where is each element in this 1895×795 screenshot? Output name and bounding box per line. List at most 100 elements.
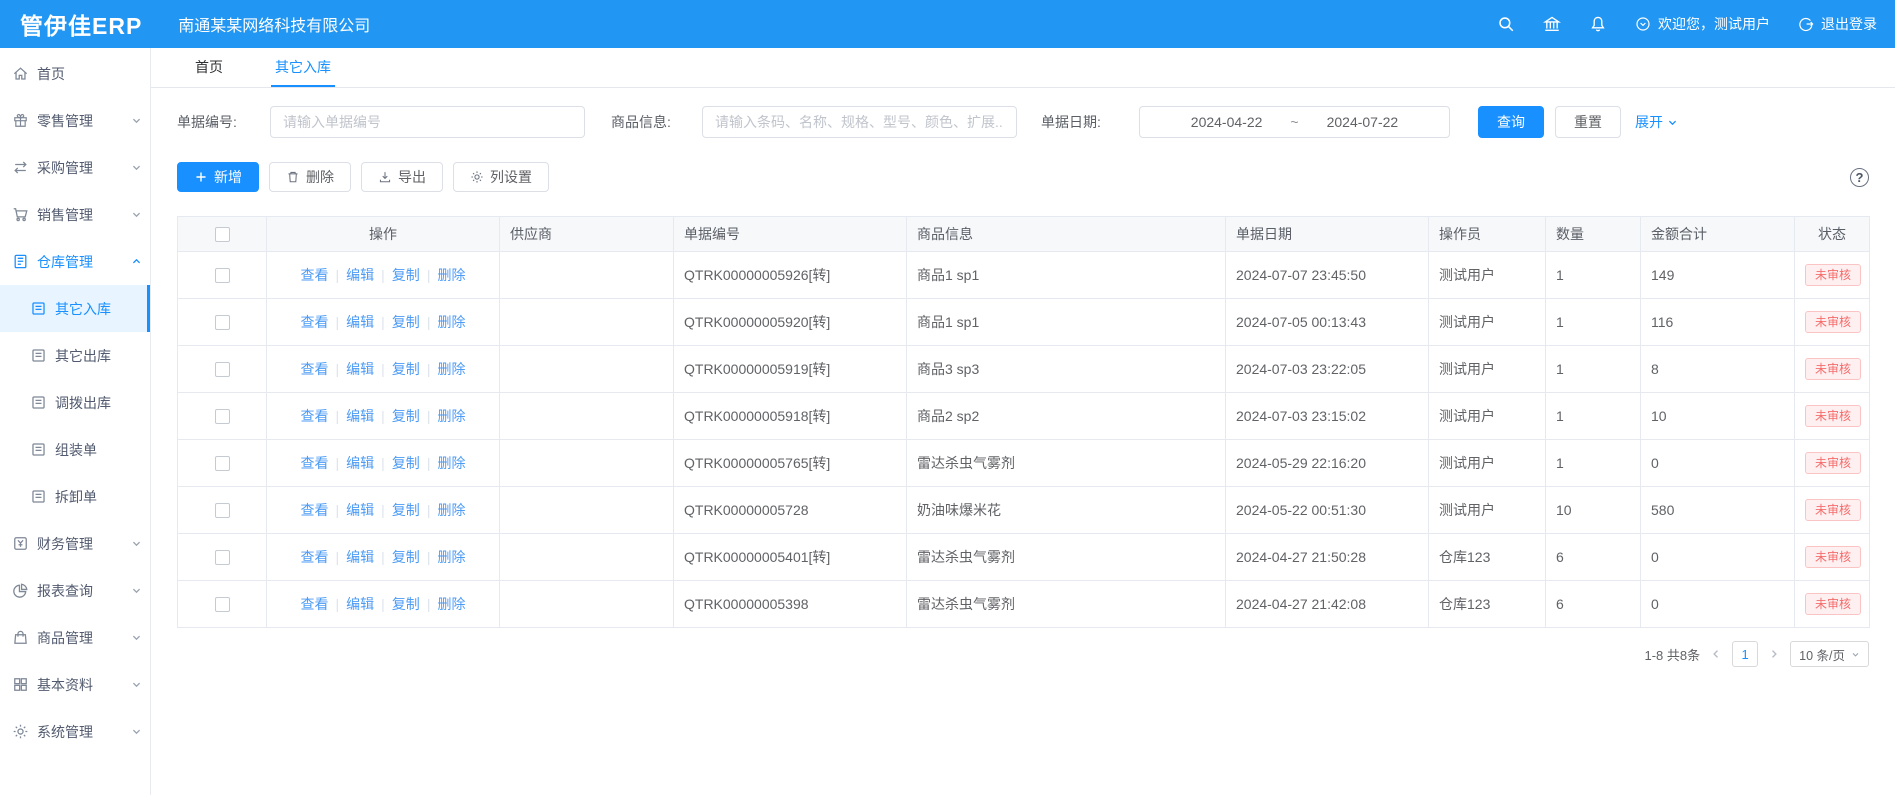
sidebar: 首页零售管理采购管理销售管理仓库管理其它入库其它出库调拨出库组装单拆卸单财务管理…: [0, 48, 151, 795]
row-edit-link[interactable]: 编辑: [346, 502, 374, 518]
row-copy-link[interactable]: 复制: [392, 596, 420, 612]
export-button[interactable]: 导出: [361, 162, 443, 192]
row-checkbox[interactable]: [215, 503, 230, 518]
sidebar-item-label: 组装单: [55, 440, 97, 460]
logout-button[interactable]: 退出登录: [1798, 14, 1877, 34]
sidebar-item-transfer-outbound[interactable]: 调拨出库: [0, 379, 150, 426]
sidebar-item-warehouse[interactable]: 仓库管理: [0, 238, 150, 285]
row-copy-link[interactable]: 复制: [392, 502, 420, 518]
grid-icon: [12, 676, 29, 693]
sidebar-item-finance[interactable]: 财务管理: [0, 520, 150, 567]
row-delete-link[interactable]: 删除: [437, 455, 465, 471]
row-checkbox[interactable]: [215, 597, 230, 612]
status-badge: 未审核: [1805, 452, 1861, 474]
row-copy-link[interactable]: 复制: [392, 361, 420, 377]
row-copy-link[interactable]: 复制: [392, 408, 420, 424]
page-size-select[interactable]: 10 条/页: [1790, 641, 1869, 667]
row-checkbox[interactable]: [215, 315, 230, 330]
row-edit-link[interactable]: 编辑: [346, 361, 374, 377]
tab-other-inbound[interactable]: 其它入库: [271, 48, 335, 87]
date-start-value[interactable]: 2024-04-22: [1191, 114, 1263, 130]
row-select-cell: [178, 440, 267, 487]
row-delete-link[interactable]: 删除: [437, 502, 465, 518]
tab-home[interactable]: 首页: [191, 48, 227, 87]
row-checkbox[interactable]: [215, 268, 230, 283]
sidebar-item-other-inbound[interactable]: 其它入库: [0, 285, 150, 332]
sidebar-item-assembly-order[interactable]: 组装单: [0, 426, 150, 473]
row-edit-link[interactable]: 编辑: [346, 408, 374, 424]
action-separator: |: [336, 455, 340, 471]
date-range-picker[interactable]: 2024-04-22 ~ 2024-07-22: [1139, 106, 1450, 138]
sidebar-item-system[interactable]: 系统管理: [0, 708, 150, 755]
add-button[interactable]: 新增: [177, 162, 259, 192]
product-info-input[interactable]: [702, 106, 1017, 138]
search-button[interactable]: 查询: [1478, 106, 1544, 138]
row-checkbox[interactable]: [215, 550, 230, 565]
row-copy-link[interactable]: 复制: [392, 267, 420, 283]
sidebar-item-other-outbound[interactable]: 其它出库: [0, 332, 150, 379]
row-checkbox[interactable]: [215, 456, 230, 471]
row-copy-link[interactable]: 复制: [392, 455, 420, 471]
app-logo: 管伊佳ERP: [0, 7, 142, 41]
chevron-down-icon: [131, 726, 142, 737]
sidebar-item-goods[interactable]: 商品管理: [0, 614, 150, 661]
row-copy-link[interactable]: 复制: [392, 314, 420, 330]
row-edit-link[interactable]: 编辑: [346, 596, 374, 612]
sidebar-item-sales[interactable]: 销售管理: [0, 191, 150, 238]
delete-button[interactable]: 删除: [269, 162, 351, 192]
pie-icon: [12, 582, 29, 599]
row-edit-link[interactable]: 编辑: [346, 455, 374, 471]
row-delete-link[interactable]: 删除: [437, 267, 465, 283]
date-end-value[interactable]: 2024-07-22: [1327, 114, 1399, 130]
row-view-link[interactable]: 查看: [301, 267, 329, 283]
reset-button[interactable]: 重置: [1555, 106, 1621, 138]
logout-icon: [1798, 16, 1814, 32]
sidebar-item-disassembly-order[interactable]: 拆卸单: [0, 473, 150, 520]
row-view-link[interactable]: 查看: [301, 408, 329, 424]
row-delete-link[interactable]: 删除: [437, 596, 465, 612]
sidebar-item-label: 系统管理: [37, 722, 93, 742]
row-delete-link[interactable]: 删除: [437, 361, 465, 377]
bill-no-input[interactable]: [270, 106, 585, 138]
row-edit-link[interactable]: 编辑: [346, 267, 374, 283]
sidebar-item-retail[interactable]: 零售管理: [0, 97, 150, 144]
sidebar-item-report[interactable]: 报表查询: [0, 567, 150, 614]
row-checkbox[interactable]: [215, 409, 230, 424]
cell-bill-no: QTRK00000005919[转]: [674, 346, 907, 393]
action-separator: |: [427, 408, 431, 424]
bell-icon[interactable]: [1589, 15, 1607, 33]
row-view-link[interactable]: 查看: [301, 361, 329, 377]
page-1-button[interactable]: 1: [1732, 641, 1758, 667]
row-delete-link[interactable]: 删除: [437, 408, 465, 424]
row-checkbox[interactable]: [215, 362, 230, 377]
row-view-link[interactable]: 查看: [301, 502, 329, 518]
prev-page-button[interactable]: [1710, 648, 1722, 660]
table-row: 查看|编辑|复制|删除QTRK00000005728奶油味爆米花2024-05-…: [178, 487, 1870, 534]
column-settings-button[interactable]: 列设置: [453, 162, 549, 192]
row-view-link[interactable]: 查看: [301, 455, 329, 471]
row-copy-link[interactable]: 复制: [392, 549, 420, 565]
row-view-link[interactable]: 查看: [301, 596, 329, 612]
expand-toggle[interactable]: 展开: [1635, 112, 1678, 132]
row-view-link[interactable]: 查看: [301, 314, 329, 330]
export-label: 导出: [398, 167, 426, 187]
row-edit-link[interactable]: 编辑: [346, 314, 374, 330]
row-delete-link[interactable]: 删除: [437, 549, 465, 565]
sidebar-item-home[interactable]: 首页: [0, 50, 150, 97]
bill-date-label: 单据日期:: [1041, 112, 1139, 132]
sidebar-item-basic-data[interactable]: 基本资料: [0, 661, 150, 708]
row-select-cell: [178, 346, 267, 393]
row-delete-link[interactable]: 删除: [437, 314, 465, 330]
sidebar-item-purchase[interactable]: 采购管理: [0, 144, 150, 191]
bank-icon[interactable]: [1543, 15, 1561, 33]
select-all-checkbox[interactable]: [215, 227, 230, 242]
row-edit-link[interactable]: 编辑: [346, 549, 374, 565]
column-header-operator: 操作员: [1429, 217, 1546, 252]
next-page-button[interactable]: [1768, 648, 1780, 660]
add-label: 新增: [214, 167, 242, 187]
search-icon[interactable]: [1497, 15, 1515, 33]
welcome-user[interactable]: 欢迎您，测试用户: [1635, 14, 1770, 34]
help-icon[interactable]: ?: [1850, 168, 1869, 187]
row-view-link[interactable]: 查看: [301, 549, 329, 565]
sidebar-item-label: 基本资料: [37, 675, 93, 695]
